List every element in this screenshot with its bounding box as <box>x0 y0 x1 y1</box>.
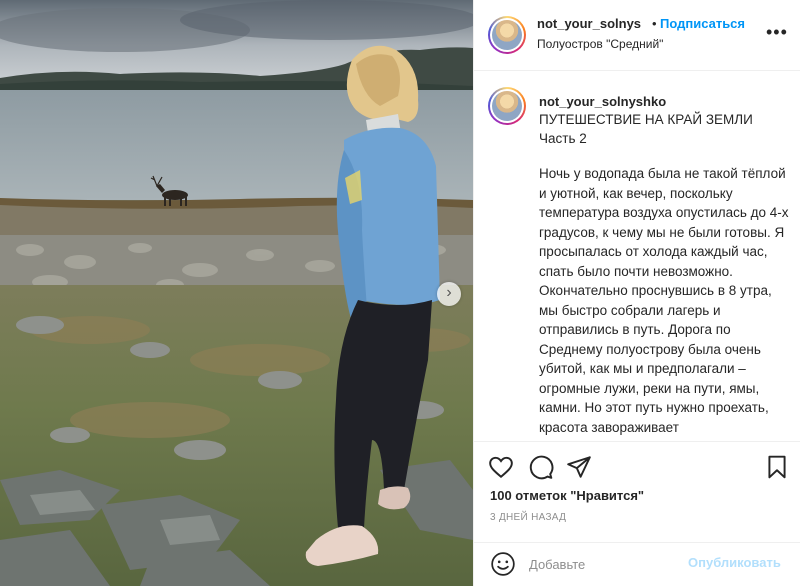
post-location[interactable]: Полуостров "Средний" <box>537 37 663 51</box>
comment-icon[interactable] <box>528 454 554 480</box>
caption-avatar[interactable] <box>488 87 526 125</box>
more-horizontal-icon[interactable]: ••• <box>766 22 788 43</box>
post-timestamp[interactable]: 3 ДНЕЙ НАЗАД <box>490 512 566 523</box>
post-sidebar: not_your_solnys • Подписаться Полуостров… <box>473 0 800 586</box>
heart-icon[interactable] <box>488 454 514 480</box>
caption-part: Часть 2 <box>539 131 587 146</box>
photo-scene <box>0 0 473 586</box>
publish-button[interactable]: Опубликовать <box>688 555 781 570</box>
caption-username[interactable]: not_your_solnyshko <box>539 94 666 109</box>
caption-section: not_your_solnyshko ПУТЕШЕСТВИЕ НА КРАЙ З… <box>474 71 800 441</box>
comment-box: Опубликовать <box>474 542 800 586</box>
send-icon[interactable] <box>566 454 592 480</box>
header-separator: • <box>652 16 657 31</box>
emoji-icon[interactable] <box>490 551 516 577</box>
follow-button[interactable]: Подписаться <box>660 16 745 31</box>
likes-count[interactable]: 100 отметок "Нравится" <box>490 488 644 503</box>
bookmark-icon[interactable] <box>764 454 790 480</box>
caption-body: Ночь у водопада была не такой тёплой и у… <box>539 166 789 435</box>
comment-input[interactable] <box>529 553 669 575</box>
author-avatar[interactable] <box>488 16 526 54</box>
chevron-right-icon: › <box>446 284 452 301</box>
post-header: not_your_solnys • Подписаться Полуостров… <box>474 0 800 71</box>
carousel-next-button[interactable]: › <box>437 282 461 306</box>
author-username[interactable]: not_your_solnys <box>537 16 641 31</box>
post-photo: › <box>0 0 473 586</box>
post-actions: 100 отметок "Нравится" 3 ДНЕЙ НАЗАД <box>474 441 800 542</box>
caption-title: ПУТЕШЕСТВИЕ НА КРАЙ ЗЕМЛИ <box>539 112 753 127</box>
